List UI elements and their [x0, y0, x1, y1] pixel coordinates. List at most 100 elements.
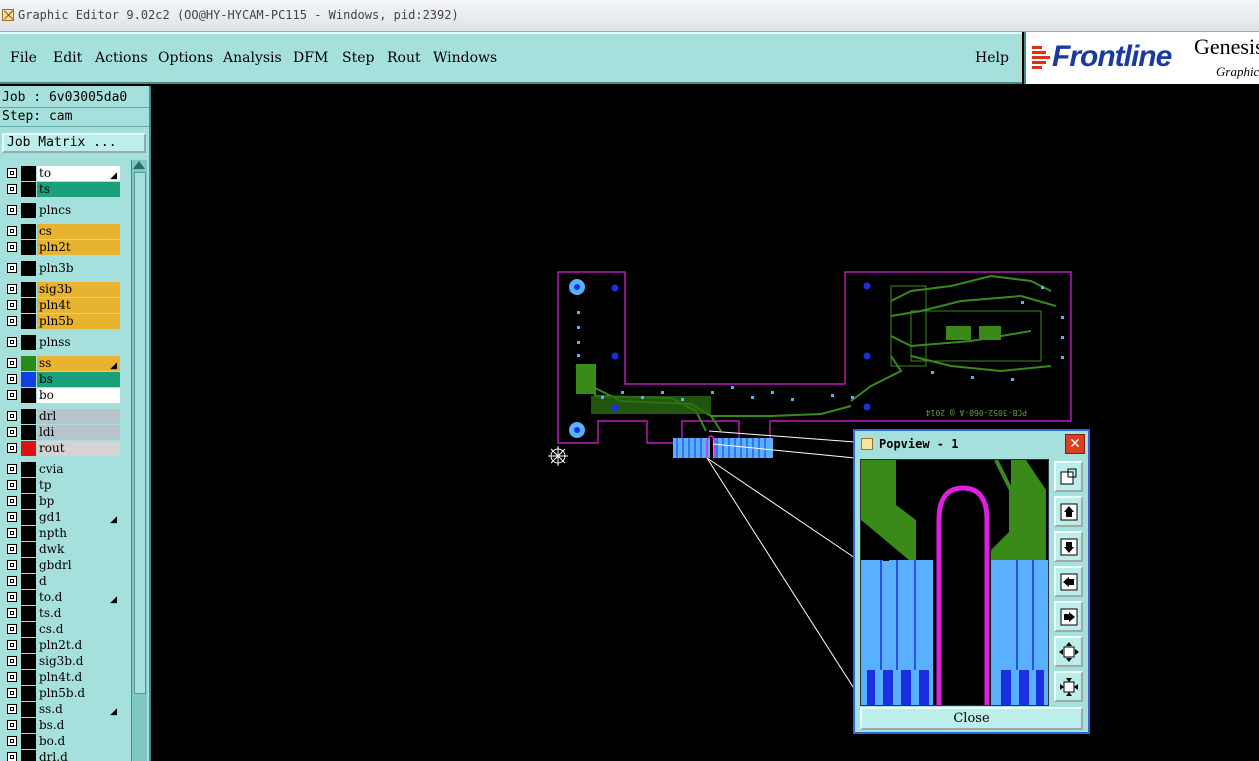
layer-color-swatch[interactable] [21, 224, 36, 239]
layer-name[interactable]: bs.d [37, 718, 120, 733]
layer-checkbox[interactable] [7, 736, 17, 746]
layer-row[interactable]: pln3b [2, 261, 120, 276]
layer-row[interactable]: plncs [2, 203, 120, 218]
layer-row[interactable]: gd1 ◢ [2, 510, 120, 525]
layer-name[interactable]: bo.d [37, 734, 120, 749]
layer-row[interactable]: pln5b [2, 314, 120, 329]
layer-row[interactable]: pln2t.d [2, 638, 120, 653]
layer-color-swatch[interactable] [21, 590, 36, 605]
layer-color-swatch[interactable] [21, 441, 36, 456]
layer-name[interactable]: bo [37, 388, 120, 403]
layer-color-swatch[interactable] [21, 462, 36, 477]
layer-checkbox[interactable] [7, 640, 17, 650]
layer-color-swatch[interactable] [21, 261, 36, 276]
scroll-up-icon[interactable] [133, 161, 145, 169]
layer-color-swatch[interactable] [21, 240, 36, 255]
layer-name[interactable]: plnss [37, 335, 120, 350]
layer-name[interactable]: npth [37, 526, 120, 541]
layer-name[interactable]: gd1 ◢ [37, 510, 120, 525]
layer-name[interactable]: rout [37, 441, 120, 456]
layer-color-swatch[interactable] [21, 526, 36, 541]
layer-color-swatch[interactable] [21, 638, 36, 653]
layer-color-swatch[interactable] [21, 606, 36, 621]
layer-name[interactable]: gbdrl [37, 558, 120, 573]
layer-color-swatch[interactable] [21, 282, 36, 297]
menu-windows[interactable]: Windows [433, 50, 497, 66]
layer-color-swatch[interactable] [21, 409, 36, 424]
layer-row[interactable]: ss.d ◢ [2, 702, 120, 717]
layer-row[interactable]: ldi [2, 425, 120, 440]
layer-color-swatch[interactable] [21, 203, 36, 218]
pan-up-icon[interactable] [1054, 496, 1083, 527]
layer-name[interactable]: pln4t.d [37, 670, 120, 685]
layer-row[interactable]: bs [2, 372, 120, 387]
layer-checkbox[interactable] [7, 608, 17, 618]
layer-row[interactable]: pln5b.d [2, 686, 120, 701]
layer-name[interactable]: cvia [37, 462, 120, 477]
layer-color-swatch[interactable] [21, 622, 36, 637]
zoom-in-icon[interactable] [1054, 636, 1083, 667]
layer-checkbox[interactable] [7, 184, 17, 194]
layer-row[interactable]: ts [2, 182, 120, 197]
layer-name[interactable]: plncs [37, 203, 120, 218]
layer-color-swatch[interactable] [21, 702, 36, 717]
layer-name[interactable]: ss ◢ [37, 356, 120, 371]
scroll-thumb[interactable] [134, 172, 146, 694]
menu-rout[interactable]: Rout [387, 50, 421, 66]
layer-checkbox[interactable] [7, 205, 17, 215]
layer-name[interactable]: dwk [37, 542, 120, 557]
layer-color-swatch[interactable] [21, 335, 36, 350]
layer-name[interactable]: sig3b.d [37, 654, 120, 669]
layer-row[interactable]: ss ◢ [2, 356, 120, 371]
layer-name[interactable]: sig3b [37, 282, 120, 297]
layer-checkbox[interactable] [7, 226, 17, 236]
layer-color-swatch[interactable] [21, 686, 36, 701]
layer-name[interactable]: bs [37, 372, 120, 387]
layer-name[interactable]: bp [37, 494, 120, 509]
layer-color-swatch[interactable] [21, 425, 36, 440]
layer-checkbox[interactable] [7, 411, 17, 421]
graphic-canvas[interactable]: PCB-3052-060-A @ 2014 [151, 86, 1259, 761]
layer-name[interactable]: pln5b [37, 314, 120, 329]
layer-checkbox[interactable] [7, 528, 17, 538]
menu-edit[interactable]: Edit [53, 50, 82, 66]
layer-color-swatch[interactable] [21, 734, 36, 749]
layer-checkbox[interactable] [7, 512, 17, 522]
pan-left-icon[interactable] [1054, 566, 1083, 597]
layer-row[interactable]: drl.d [2, 750, 120, 761]
layer-name[interactable]: cs.d [37, 622, 120, 637]
layer-color-swatch[interactable] [21, 654, 36, 669]
layer-color-swatch[interactable] [21, 558, 36, 573]
layer-name[interactable]: drl.d [37, 750, 120, 761]
popview-close-x-icon[interactable]: ✕ [1065, 434, 1085, 454]
layer-color-swatch[interactable] [21, 372, 36, 387]
layer-row[interactable]: npth [2, 526, 120, 541]
layer-color-swatch[interactable] [21, 510, 36, 525]
layer-row[interactable]: plnss [2, 335, 120, 350]
layer-name[interactable]: pln2t [37, 240, 120, 255]
layer-checkbox[interactable] [7, 752, 17, 761]
layer-color-swatch[interactable] [21, 750, 36, 761]
layer-row[interactable]: bo.d [2, 734, 120, 749]
layer-checkbox[interactable] [7, 480, 17, 490]
layer-name[interactable]: ts [37, 182, 120, 197]
layer-color-swatch[interactable] [21, 314, 36, 329]
layer-checkbox[interactable] [7, 496, 17, 506]
layer-row[interactable]: sig3b [2, 282, 120, 297]
layer-color-swatch[interactable] [21, 356, 36, 371]
layer-row[interactable]: tp [2, 478, 120, 493]
layer-scrollbar[interactable] [131, 160, 147, 761]
zoom-window-icon[interactable] [1054, 461, 1083, 492]
popview-close-button[interactable]: Close [860, 707, 1083, 730]
layer-color-swatch[interactable] [21, 670, 36, 685]
layer-color-swatch[interactable] [21, 298, 36, 313]
layer-row[interactable]: ts.d [2, 606, 120, 621]
layer-name[interactable]: pln4t [37, 298, 120, 313]
layer-name[interactable]: ts.d [37, 606, 120, 621]
layer-row[interactable]: cs [2, 224, 120, 239]
popview-titlebar[interactable]: Popview - 1 ✕ [855, 431, 1088, 457]
layer-name[interactable]: to ◢ [37, 166, 120, 181]
layer-name[interactable]: cs [37, 224, 120, 239]
layer-name[interactable]: pln3b [37, 261, 120, 276]
layer-row[interactable]: pln4t.d [2, 670, 120, 685]
